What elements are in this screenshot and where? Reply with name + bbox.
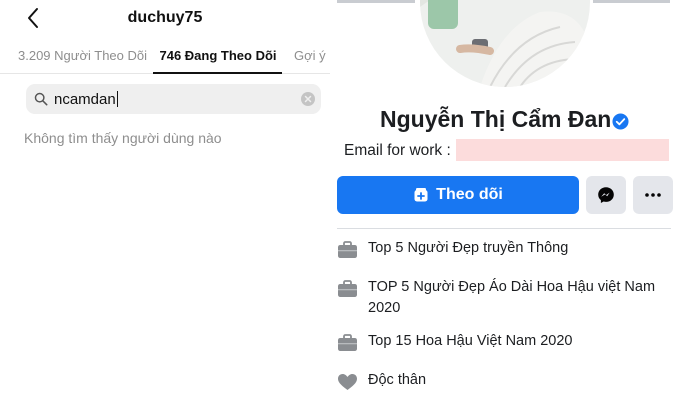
empty-results-message: Không tìm thấy người dùng nào bbox=[24, 130, 222, 146]
active-tab-indicator bbox=[153, 72, 282, 74]
cover-photo bbox=[592, 0, 670, 3]
follow-button[interactable]: Theo dõi bbox=[337, 176, 579, 214]
search-icon bbox=[34, 92, 48, 106]
tab-followers[interactable]: 3.209 Người Theo Dõi bbox=[18, 48, 147, 63]
profile-avatar[interactable] bbox=[417, 0, 593, 90]
intro-item-text: TOP 5 Người Đẹp Áo Dài Hoa Hậu việt Nam … bbox=[368, 279, 656, 316]
profile-name: Nguyễn Thị Cẩm Đan bbox=[380, 106, 612, 132]
intro-divider bbox=[337, 228, 671, 229]
search-value: ncamdan bbox=[54, 91, 119, 108]
intro-item-text: Độc thân bbox=[368, 372, 427, 388]
follow-button-label: Theo dõi bbox=[436, 186, 503, 203]
clear-search-icon[interactable] bbox=[301, 92, 315, 106]
messenger-button[interactable] bbox=[586, 176, 626, 214]
messenger-icon bbox=[598, 187, 614, 203]
verified-badge-icon bbox=[612, 113, 629, 130]
tab-suggested[interactable]: Gợi ý bbox=[294, 48, 326, 63]
briefcase-icon bbox=[338, 241, 357, 258]
heart-icon bbox=[338, 374, 357, 390]
profile-username: duchuy75 bbox=[127, 9, 203, 26]
intro-item-text: Top 15 Hoa Hậu Việt Nam 2020 bbox=[368, 333, 573, 349]
text-caret bbox=[116, 91, 119, 107]
instagram-following-panel: duchuy75 3.209 Người Theo Dõi 746 Đang T… bbox=[0, 0, 330, 400]
tab-following[interactable]: 746 Đang Theo Dõi bbox=[154, 48, 282, 63]
email-redacted bbox=[456, 139, 669, 161]
avatar-photo bbox=[420, 0, 590, 87]
more-dots-icon bbox=[645, 193, 661, 197]
cover-photo bbox=[337, 0, 415, 3]
email-label: Email for work : bbox=[344, 142, 451, 159]
briefcase-icon bbox=[338, 280, 357, 297]
more-options-button[interactable] bbox=[633, 176, 673, 214]
briefcase-icon bbox=[338, 334, 357, 351]
search-input[interactable]: ncamdan bbox=[26, 84, 321, 114]
intro-item-text: Top 5 Người Đẹp truyền Thông bbox=[368, 240, 569, 256]
follow-icon bbox=[414, 188, 428, 202]
facebook-profile-panel: Nguyễn Thị Cẩm Đan Email for work : Theo… bbox=[335, 0, 682, 400]
